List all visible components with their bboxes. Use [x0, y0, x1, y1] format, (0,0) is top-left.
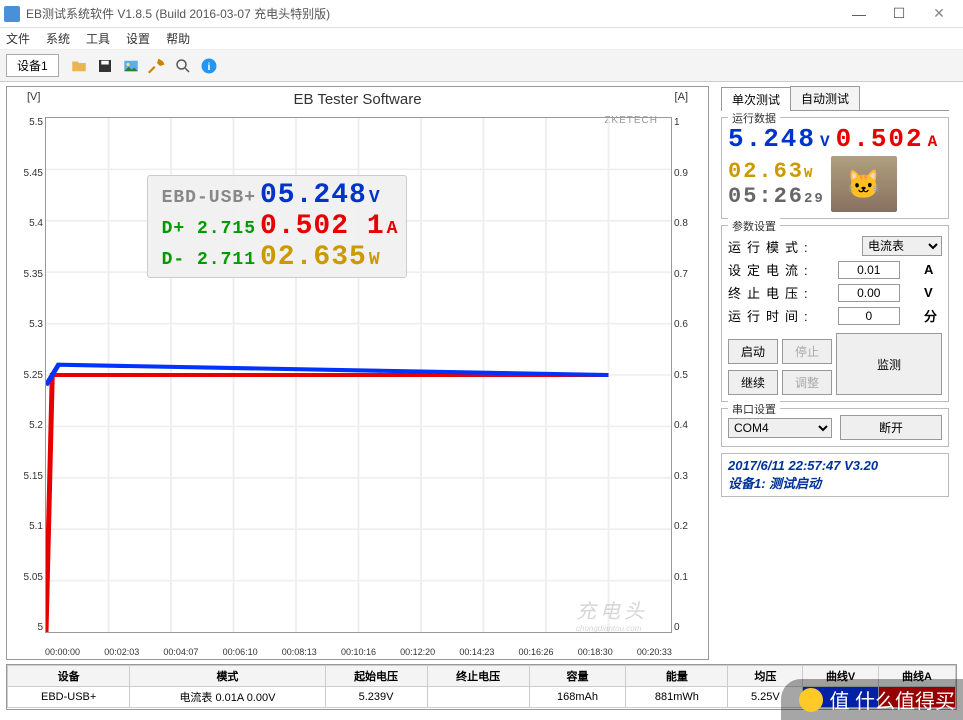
status-line2: 设备1: 测试启动 [728, 473, 942, 492]
chart-title: EB Tester Software [7, 91, 708, 108]
minimize-button[interactable]: — [839, 1, 879, 27]
menu-system[interactable]: 系统 [46, 30, 70, 47]
toolbar: 设备1 i [0, 50, 963, 82]
open-icon[interactable] [67, 54, 91, 78]
search-icon[interactable] [171, 54, 195, 78]
window-title: EB测试系统软件 V1.8.5 (Build 2016-03-07 充电头特别版… [26, 5, 839, 22]
info-icon[interactable]: i [197, 54, 221, 78]
status-box: 2017/6/11 22:57:47 V3.20 设备1: 测试启动 [721, 453, 949, 497]
menubar: 文件 系统 工具 设置 帮助 [0, 28, 963, 50]
reading-overlay: EBD-USB+05.248V D+ 2.7150.502 1A D- 2.71… [147, 175, 407, 278]
x-ticks: 00:00:0000:02:0300:04:0700:06:1000:08:13… [45, 647, 672, 657]
axis-left-label: [V] [27, 91, 40, 103]
tab-auto-test[interactable]: 自动测试 [790, 86, 860, 110]
chart-area: EB Tester Software [V] [A] ZKETECH 5.55.… [6, 86, 709, 660]
menu-tools[interactable]: 工具 [86, 30, 110, 47]
app-icon [4, 6, 20, 22]
mode-tabs: 单次测试 自动测试 [721, 86, 949, 111]
menu-file[interactable]: 文件 [6, 30, 30, 47]
set-current-input[interactable] [838, 261, 900, 279]
monitor-button[interactable]: 监测 [836, 333, 942, 395]
continue-button[interactable]: 继续 [728, 370, 778, 395]
menu-settings[interactable]: 设置 [126, 30, 150, 47]
mode-select[interactable]: 电流表 [862, 236, 942, 256]
com-port-select[interactable]: COM4 [728, 418, 832, 438]
svg-text:i: i [207, 60, 210, 72]
tab-single-test[interactable]: 单次测试 [721, 87, 791, 111]
thumbnail-image: 🐱 [831, 156, 897, 212]
param-group: 参数设置 运行模式: 电流表 设定电流: A 终止电压: V 运行时间: 分 启… [721, 225, 949, 402]
run-time-input[interactable] [838, 307, 900, 325]
com-group: 串口设置 COM4 断开 [721, 408, 949, 447]
stop-voltage-input[interactable] [838, 284, 900, 302]
picture-icon[interactable] [119, 54, 143, 78]
menu-help[interactable]: 帮助 [166, 30, 190, 47]
start-button[interactable]: 启动 [728, 339, 778, 364]
disconnect-button[interactable]: 断开 [840, 415, 942, 440]
y-ticks-right: 10.90.80.70.60.50.40.30.20.10 [674, 117, 704, 633]
adjust-button[interactable]: 调整 [782, 370, 832, 395]
table-header-row: 设备模式起始电压终止电压容量能量均压曲线V曲线A [8, 666, 956, 687]
save-icon[interactable] [93, 54, 117, 78]
run-data-group: 运行数据 5.248V 0.502A 02.63W 05:2629 🐱 [721, 117, 949, 219]
y-ticks-left: 5.55.455.45.355.35.255.25.155.15.055 [11, 117, 43, 633]
stop-button[interactable]: 停止 [782, 339, 832, 364]
run-watt: 02.63 [728, 159, 804, 184]
run-current: 0.502 [836, 124, 924, 154]
results-table: 设备模式起始电压终止电压容量能量均压曲线V曲线A EBD-USB+电流表 0.0… [6, 664, 957, 710]
axis-right-label: [A] [675, 91, 688, 103]
tools-icon[interactable] [145, 54, 169, 78]
device-tab[interactable]: 设备1 [6, 54, 59, 77]
run-time: 05:26 [728, 184, 804, 209]
table-row[interactable]: EBD-USB+电流表 0.01A 0.00V5.239V168mAh881mW… [8, 687, 956, 708]
titlebar: EB测试系统软件 V1.8.5 (Build 2016-03-07 充电头特别版… [0, 0, 963, 28]
run-voltage: 5.248 [728, 124, 816, 154]
status-line1: 2017/6/11 22:57:47 V3.20 [728, 458, 942, 473]
close-button[interactable]: ✕ [919, 1, 959, 27]
maximize-button[interactable]: ☐ [879, 1, 919, 27]
